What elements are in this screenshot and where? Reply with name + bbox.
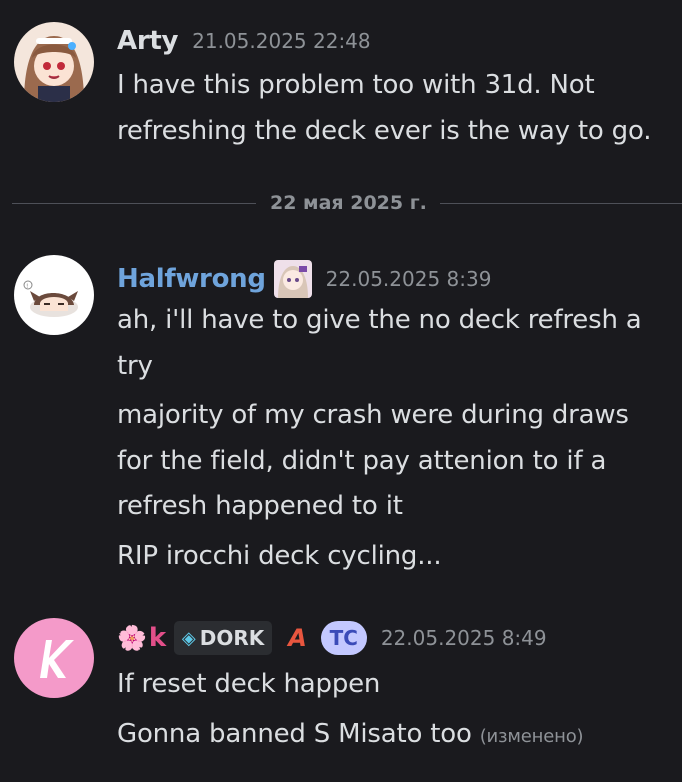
server-emoji-icon[interactable] [273,260,312,298]
flower-emoji-icon: 🌸 [117,624,147,652]
avatar-arty-image [14,22,94,102]
message-header: Arty 21.05.2025 22:48 [117,26,371,56]
role-tag-tc[interactable]: TC [320,621,367,655]
avatar-k[interactable] [14,618,94,698]
avatar-halfwrong-image: ! [14,255,94,335]
message-text-edited: Gonna banned S Misato too (изменено) [117,719,584,749]
message-header: 🌸 k ◈ DORK A TC 22.05.2025 8:49 [117,621,547,655]
timestamp[interactable]: 21.05.2025 22:48 [192,29,371,53]
role-icon-a[interactable]: A [288,624,307,652]
username[interactable]: k [149,623,166,653]
message-text: RIP irocchi deck cycling... [117,541,442,571]
timestamp[interactable]: 22.05.2025 8:39 [326,267,492,291]
guild-tag-label: DORK [199,626,265,650]
message-header: Halfwrong 22.05.2025 8:39 [117,260,491,298]
svg-text:!: ! [26,283,28,290]
edited-label: (изменено) [479,726,584,747]
avatar-arty[interactable] [14,22,94,102]
divider-line-right [440,203,682,204]
message-text: refresh happened to it [117,491,403,521]
message-text: for the field, didn't pay attenion to if… [117,446,607,476]
guild-tag[interactable]: ◈ DORK [173,621,273,655]
divider-line-left [12,203,256,204]
message-text: majority of my crash were during draws [117,400,629,430]
divider-date: 22 мая 2025 г. [270,192,427,214]
diamond-icon: ◈ [181,627,196,649]
message-text: refreshing the deck ever is the way to g… [117,116,652,146]
timestamp[interactable]: 22.05.2025 8:49 [381,626,547,650]
date-divider: 22 мая 2025 г. [12,192,682,216]
message-text: I have this problem too with 31d. Not [117,70,595,100]
message-text: If reset deck happen [117,669,381,699]
username[interactable]: Halfwrong [117,264,266,294]
username[interactable]: Arty [117,26,178,56]
avatar-k-image [14,618,94,698]
message-text: try [117,351,153,381]
message-text: ah, i'll have to give the no deck refres… [117,305,642,335]
avatar-halfwrong[interactable]: ! [14,255,94,335]
message-text: Gonna banned S Misato too [117,719,472,749]
